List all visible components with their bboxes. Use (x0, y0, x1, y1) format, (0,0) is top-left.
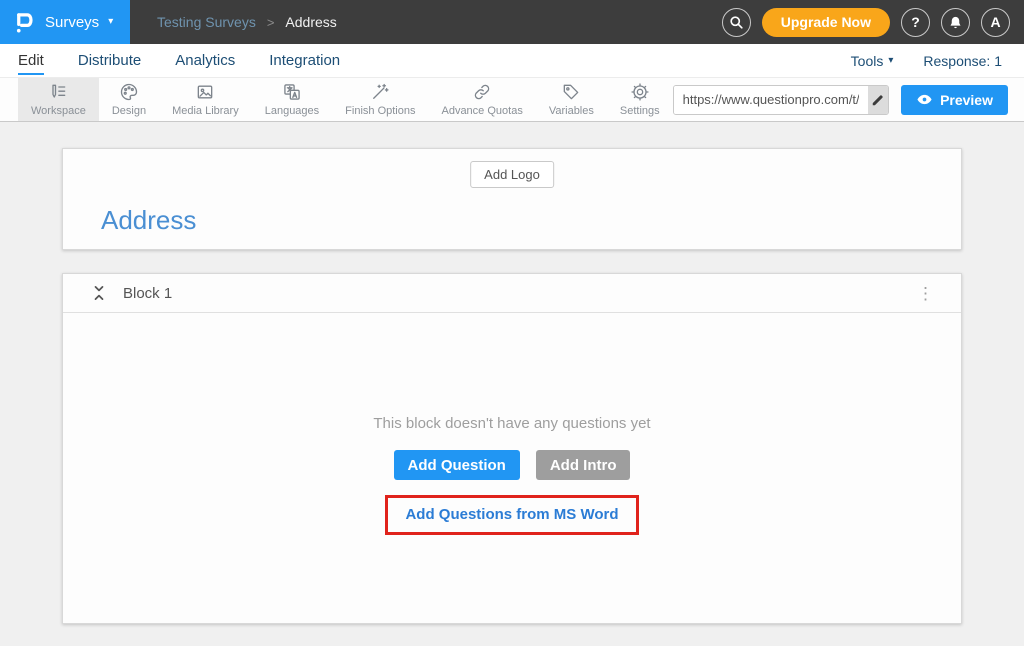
finish-options-icon (370, 82, 390, 102)
breadcrumb-parent[interactable]: Testing Surveys (157, 14, 256, 30)
topbar-actions: Upgrade Now ? A (722, 8, 1024, 37)
block-title[interactable]: Block 1 (123, 285, 172, 302)
chevron-down-icon: ▾ (108, 17, 113, 27)
toolbar-item-label: Languages (265, 105, 319, 117)
subnav-right: Tools ▾ Response: 1 (851, 53, 1006, 69)
survey-editor-content: Add Logo Address Block 1 ⋮ This block do… (0, 122, 1024, 624)
questionpro-logo-icon (13, 11, 36, 34)
survey-title[interactable]: Address (101, 205, 196, 236)
media-library-icon (195, 82, 215, 102)
breadcrumb: Testing Surveys > Address (157, 14, 337, 30)
add-logo-button[interactable]: Add Logo (470, 161, 554, 188)
product-name: Surveys (45, 14, 99, 31)
block-body: This block doesn't have any questions ye… (63, 313, 961, 623)
chevron-down-icon: ▾ (888, 56, 893, 66)
toolbar-item-label: Design (112, 105, 146, 117)
tools-menu[interactable]: Tools ▾ (851, 53, 894, 69)
annotation-highlight-box: Add Questions from MS Word (385, 495, 638, 535)
nav-tabs: Edit Distribute Analytics Integration (18, 46, 340, 75)
edit-url-button[interactable] (868, 86, 888, 114)
add-question-button[interactable]: Add Question (394, 450, 520, 480)
eye-icon (916, 91, 933, 108)
toolbar-item-label: Workspace (31, 105, 86, 117)
notifications-button[interactable] (941, 8, 970, 37)
languages-icon (282, 82, 302, 102)
toolbar-item-variables[interactable]: Variables (536, 78, 607, 121)
survey-nav: Edit Distribute Analytics Integration To… (0, 44, 1024, 78)
preview-label: Preview (940, 92, 993, 108)
survey-url-input[interactable] (674, 86, 868, 114)
add-questions-from-ms-word-link[interactable]: Add Questions from MS Word (405, 506, 618, 523)
collapse-icon (92, 285, 106, 301)
block-menu-button[interactable]: ⋮ (909, 283, 942, 304)
avatar[interactable]: A (981, 8, 1010, 37)
toolbar-item-media-library[interactable]: Media Library (159, 78, 252, 121)
search-button[interactable] (722, 8, 751, 37)
top-bar: Surveys ▾ Testing Surveys > Address Upgr… (0, 0, 1024, 44)
editor-toolbar: Workspace Design Media Library Languages… (0, 78, 1024, 122)
toolbar-item-languages[interactable]: Languages (252, 78, 332, 121)
toolbar-item-label: Advance Quotas (441, 105, 522, 117)
add-intro-button[interactable]: Add Intro (536, 450, 631, 480)
bell-icon (948, 15, 963, 30)
survey-url-group (673, 85, 889, 115)
toolbar-item-label: Variables (549, 105, 594, 117)
settings-icon (630, 82, 650, 102)
preview-button[interactable]: Preview (901, 85, 1008, 115)
block-header: Block 1 ⋮ (63, 274, 961, 313)
tab-integration[interactable]: Integration (269, 46, 340, 75)
design-icon (119, 82, 139, 102)
survey-header-card: Add Logo Address (62, 148, 962, 250)
tab-distribute[interactable]: Distribute (78, 46, 141, 75)
upgrade-now-button[interactable]: Upgrade Now (762, 8, 890, 37)
toolbar-item-label: Finish Options (345, 105, 415, 117)
search-icon (729, 15, 744, 30)
toolbar-item-advance-quotas[interactable]: Advance Quotas (428, 78, 535, 121)
empty-block-message: This block doesn't have any questions ye… (373, 415, 650, 432)
tools-label: Tools (851, 53, 884, 69)
toolbar-item-design[interactable]: Design (99, 78, 159, 121)
block-actions: Add Question Add Intro (394, 450, 631, 480)
help-button[interactable]: ? (901, 8, 930, 37)
collapse-block-button[interactable] (90, 283, 108, 303)
toolbar-item-finish-options[interactable]: Finish Options (332, 78, 428, 121)
breadcrumb-separator: > (267, 15, 275, 30)
block-card: Block 1 ⋮ This block doesn't have any qu… (62, 273, 962, 624)
kebab-icon: ⋮ (917, 284, 934, 303)
toolbar-item-workspace[interactable]: Workspace (18, 78, 99, 121)
toolbar-item-label: Settings (620, 105, 660, 117)
response-count[interactable]: Response: 1 (923, 53, 1002, 69)
toolbar-item-settings[interactable]: Settings (607, 78, 673, 121)
breadcrumb-current: Address (285, 14, 336, 30)
pencil-icon (871, 93, 885, 107)
advance-quotas-icon (472, 82, 492, 102)
workspace-icon (48, 82, 68, 102)
tab-analytics[interactable]: Analytics (175, 46, 235, 75)
toolbar-item-label: Media Library (172, 105, 239, 117)
variables-icon (561, 82, 581, 102)
tab-edit[interactable]: Edit (18, 46, 44, 75)
surveys-menu[interactable]: Surveys ▾ (0, 0, 130, 44)
